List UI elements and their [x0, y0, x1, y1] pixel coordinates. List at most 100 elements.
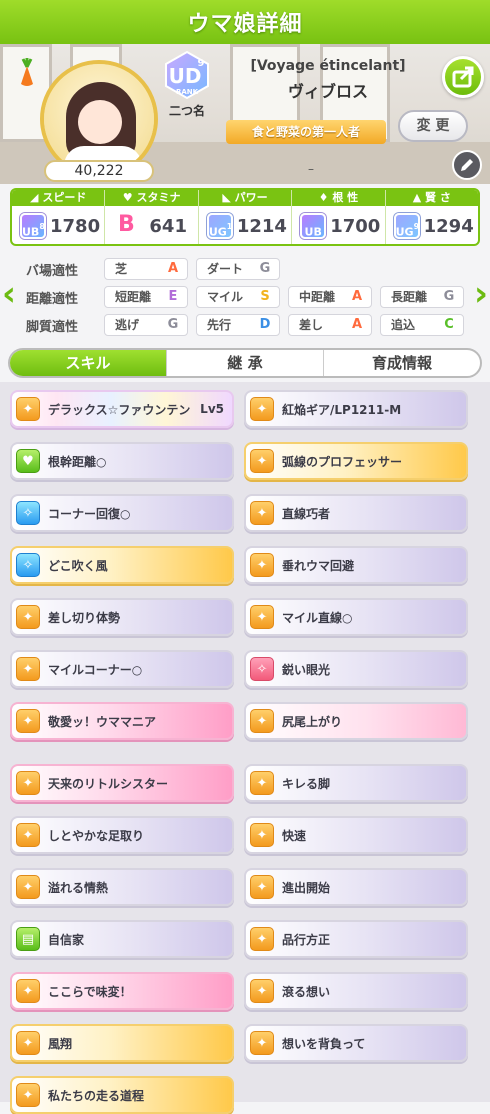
svg-text:UD: UD — [169, 64, 202, 88]
shoe-icon: ◢ — [30, 191, 43, 204]
svg-text:RANK: RANK — [176, 88, 199, 96]
skill-item[interactable]: ✦ 紅焔ギア/LP1211-M — [244, 390, 468, 428]
skill-icon: ✦ — [250, 397, 274, 421]
heart-skill-icon: ♥ — [16, 449, 40, 473]
aptitude-cell: 短距離 E — [104, 286, 188, 308]
skill-item[interactable]: ✦ 快速 — [244, 816, 468, 854]
rank-badge-icon[interactable]: UD 9 RANK — [162, 50, 212, 100]
skill-item[interactable]: ✦ 私たちの走る道程 — [10, 1076, 234, 1114]
sparkle-icon: ✧ — [16, 501, 40, 525]
muscle-icon: ◣ — [222, 191, 235, 204]
skill-icon: ✦ — [250, 501, 274, 525]
heart-icon: ♥ — [122, 191, 137, 204]
aptitude-cell: 芝A — [104, 258, 188, 280]
aptitude-cell: 逃げ G — [104, 314, 188, 336]
skill-icon: ✦ — [250, 927, 274, 951]
skill-icon: ✦ — [250, 979, 274, 1003]
tab-skills[interactable]: スキル — [10, 350, 167, 376]
skill-item[interactable]: ▤ 自信家 — [10, 920, 234, 958]
skill-item[interactable]: ✦ 進出開始 — [244, 868, 468, 906]
share-button[interactable] — [442, 56, 484, 98]
skill-icon: ✦ — [16, 823, 40, 847]
skill-icon: ✦ — [16, 605, 40, 629]
skill-icon: ✦ — [16, 1031, 40, 1055]
skill-item[interactable]: ✦ デラックス☆ファウンテン Lv5 — [10, 390, 234, 428]
stat-wit: ▲ 賢 さ UG9 1294 — [385, 190, 478, 244]
aptitude-row: 脚質適性 — [26, 319, 79, 335]
stat-label: ◣ パワー — [198, 190, 292, 206]
svg-text:9: 9 — [198, 58, 205, 69]
stat-label: ♦ 根 性 — [292, 190, 385, 206]
skill-item[interactable]: ✧ 鋭い眼光 — [244, 650, 468, 688]
stat-grade-badge: UB8 — [20, 213, 46, 239]
skill-item[interactable]: ✦ 垂れウマ回避 — [244, 546, 468, 584]
aptitude-row: バ場適性 — [26, 263, 79, 279]
skill-item[interactable]: ✦ 品行方正 — [244, 920, 468, 958]
stat-value: 641 — [149, 216, 187, 237]
stat-grade-badge: UG1 — [206, 213, 233, 239]
aptitude-cell: 長距離 G — [380, 286, 464, 308]
change-title-button[interactable]: 変 更 — [398, 110, 468, 142]
aptitude-row: 距離適性 — [26, 291, 79, 307]
skill-icon: ✦ — [16, 771, 40, 795]
stat-label: ◢ スピード — [12, 190, 105, 206]
skill-item[interactable]: ✦ 敬愛ッ！ウママニア — [10, 702, 234, 740]
skill-list: ✦ デラックス☆ファウンテン Lv5 ✦ 紅焔ギア/LP1211-M ♥ 根幹距離○ ✦… — [0, 382, 490, 1114]
cap-icon: ▲ — [412, 191, 426, 204]
skill-icon: ✦ — [16, 657, 40, 681]
stat-value: 1294 — [423, 216, 474, 237]
character-epithet: [Voyage étincelant] — [250, 58, 406, 74]
skill-icon: ✦ — [16, 397, 40, 421]
aptitude-panel: バ場適性 芝A ダート G 距離適性 短距離 E マイル S 中距離 A 長距離 G 脚質… — [0, 256, 490, 340]
skill-item[interactable]: ✦ 溢れる情熱 — [10, 868, 234, 906]
share-icon — [452, 66, 474, 88]
skill-item[interactable]: ✦ 想いを背負って — [244, 1024, 468, 1062]
rank-name: 二つ名 — [168, 104, 205, 118]
stat-grade-badge: UB — [300, 213, 327, 239]
skill-icon: ✦ — [16, 1083, 40, 1107]
tab-inheritance[interactable]: 継 承 — [167, 350, 324, 376]
tab-bar: スキル 継 承 育成情報 — [8, 348, 482, 378]
aptitude-cell: 中距離 A — [288, 286, 372, 308]
stat-label: ♥ スタミナ — [105, 190, 198, 206]
stat-stamina: ♥ スタミナ B 641 — [105, 190, 199, 244]
skill-icon: ✦ — [16, 709, 40, 733]
title-badge: 食と野菜の第一人者 — [226, 120, 386, 144]
stat-value: 1780 — [50, 216, 101, 237]
skill-icon: ✦ — [250, 709, 274, 733]
stats-panel: ◢ スピード UB8 1780 ♥ スタミナ B 641 ◣ パワー UG1 1… — [10, 188, 480, 246]
skill-icon: ✦ — [250, 1031, 274, 1055]
edit-button[interactable] — [452, 150, 482, 180]
skill-item[interactable]: ✦ 弧線のプロフェッサー — [244, 442, 468, 480]
skill-item[interactable]: ✧ コーナー回復○ — [10, 494, 234, 532]
skill-item[interactable]: ✦ 差し切り体勢 — [10, 598, 234, 636]
skill-icon: ✦ — [250, 823, 274, 847]
aptitude-cell: 先行 D — [196, 314, 280, 336]
aptitude-cell: 追込 C — [380, 314, 464, 336]
skill-item[interactable]: ✦ マイル直線○ — [244, 598, 468, 636]
skill-item[interactable]: ♥ 根幹距離○ — [10, 442, 234, 480]
stat-value: 1214 — [236, 216, 287, 237]
skill-item[interactable]: ✦ 尻尾上がり — [244, 702, 468, 740]
carrot-icon — [21, 58, 33, 86]
book-icon: ▤ — [16, 927, 40, 951]
skill-item[interactable]: ✦ ここらで味変！ — [10, 972, 234, 1010]
fan-count: 40,222 — [44, 160, 154, 182]
skill-icon: ✦ — [16, 875, 40, 899]
stat-grade-badge: UG9 — [393, 213, 420, 239]
skill-item[interactable]: ✦ 風翔 — [10, 1024, 234, 1062]
skill-item[interactable]: ✧ どこ吹く風 — [10, 546, 234, 584]
skill-item[interactable]: ✦ マイルコーナー○ — [10, 650, 234, 688]
skill-item[interactable]: ✦ 滾る想い — [244, 972, 468, 1010]
subtitle-dash: – — [308, 162, 314, 176]
skill-item[interactable]: ✦ 天来のリトルシスター — [10, 764, 234, 802]
skill-icon: ✦ — [250, 553, 274, 577]
skill-item[interactable]: ✦ 直線巧者 — [244, 494, 468, 532]
stat-power: ◣ パワー UG1 1214 — [198, 190, 293, 244]
skill-icon: ✦ — [250, 605, 274, 629]
character-name: ヴィブロス — [287, 82, 368, 101]
skill-item[interactable]: ✦ キレる脚 — [244, 764, 468, 802]
tab-training-info[interactable]: 育成情報 — [324, 350, 480, 376]
skill-item[interactable]: ✦ しとやかな足取り — [10, 816, 234, 854]
skill-icon: ✦ — [250, 875, 274, 899]
